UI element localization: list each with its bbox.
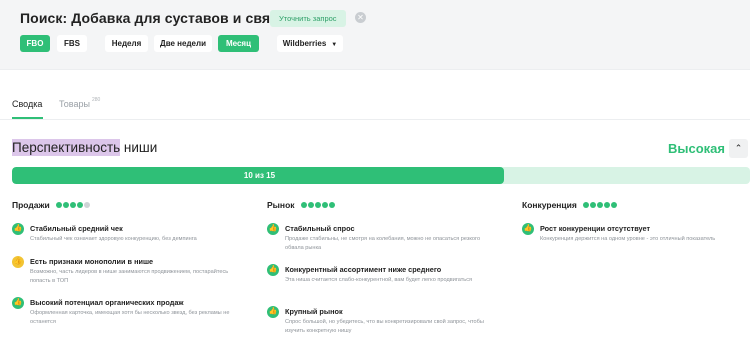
item-title: Крупный рынок [285,307,343,316]
period-month[interactable]: Месяц [218,35,259,52]
section-title-rest: ниши [120,140,158,155]
close-circle-icon[interactable]: ✕ [355,12,366,23]
score-label: 10 из 15 [243,171,276,180]
rating-dot [307,202,314,208]
rating-dots [582,199,618,211]
chevron-up-icon[interactable]: ⌃ [729,139,748,158]
column-competition: Конкуренция 👍 Рост конкуренции отсутству… [522,199,750,242]
rating-dot [603,202,610,208]
caret-down-icon: ▼ [331,42,338,48]
item-title: Стабильный спрос [285,224,355,233]
rating-dots [300,199,336,211]
item-title: Есть признаки монополии в нише [30,257,154,266]
thumb-up-icon: 👍 [267,223,279,235]
refine-query-button[interactable]: Уточнить запрос [270,10,346,27]
period-two-weeks[interactable]: Две недели [154,35,212,52]
rating-dot [83,202,90,208]
fbo-toggle[interactable]: FBO [20,35,50,52]
thumb-up-icon: 👍 [12,297,24,309]
tab-summary[interactable]: Сводка [12,99,42,109]
column-sales: Продажи 👍 Стабильный средний чек Стабиль… [12,199,247,325]
thumb-up-icon: 👍 [267,264,279,276]
tab-goods-label: Товары [59,99,90,109]
thumb-up-warning-icon: 👍 [12,256,24,268]
section-title: Перспективность ниши [12,139,158,156]
item-description: Оформленная карточка, имеющая хотя бы не… [30,310,230,325]
rating-dot [589,202,596,208]
item-description: Стабильный чек означает здоровую конкуре… [30,236,197,242]
item-title: Конкурентный ассортимент ниже среднего [285,265,442,274]
tab-goods[interactable]: Товары 280 [59,97,101,109]
column-title: Рынок [267,200,295,210]
thumb-up-icon: 👍 [522,223,534,235]
column-market: Рынок 👍 Стабильный спрос Продаже стабиль… [267,199,502,334]
niche-rating: Высокая [668,141,725,156]
rating-dot [62,202,69,208]
marketplace-label: Wildberries [282,39,327,48]
item-description: Продаже стабильны, не смотря на колебани… [285,236,481,251]
column-title: Продажи [12,200,50,210]
goods-count-badge: 280 [91,97,101,103]
item-description: Спрос большой, но убедитесь, что вы конк… [285,319,484,334]
rating-dot [300,202,307,208]
item-title: Высокий потенциал органических продаж [30,298,184,307]
item-description: Эта ниша считается слабо-конкурентной, в… [285,277,473,283]
item-title: Рост конкуренции отсутствует [540,224,651,233]
score-progress-bar: 10 из 15 [12,167,750,184]
tabs-divider [0,119,750,120]
thumb-up-icon: 👍 [267,306,279,318]
rating-dots [55,199,91,211]
rating-dot [582,202,589,208]
fbs-toggle[interactable]: FBS [57,35,87,52]
rating-dot [328,202,335,208]
rating-dot [596,202,603,208]
rating-dot [610,202,617,208]
page-title: Поиск: Добавка для суставов и связок [20,10,293,26]
marketplace-select[interactable]: Wildberries ▼ [277,35,343,52]
item-description: Конкуренция держится на одном уровне - э… [540,236,716,242]
rating-dot [55,202,62,208]
period-week[interactable]: Неделя [105,35,148,52]
rating-dot [314,202,321,208]
column-title: Конкуренция [522,200,577,210]
rating-dot [69,202,76,208]
rating-dot [321,202,328,208]
item-description: Возможно, часть лидеров в нише занимаютс… [30,269,229,284]
rating-dot [76,202,83,208]
item-title: Стабильный средний чек [30,224,123,233]
section-title-highlight: Перспективность [12,139,121,156]
thumb-up-icon: 👍 [12,223,24,235]
search-header: Поиск: Добавка для суставов и связок Уто… [0,0,750,70]
